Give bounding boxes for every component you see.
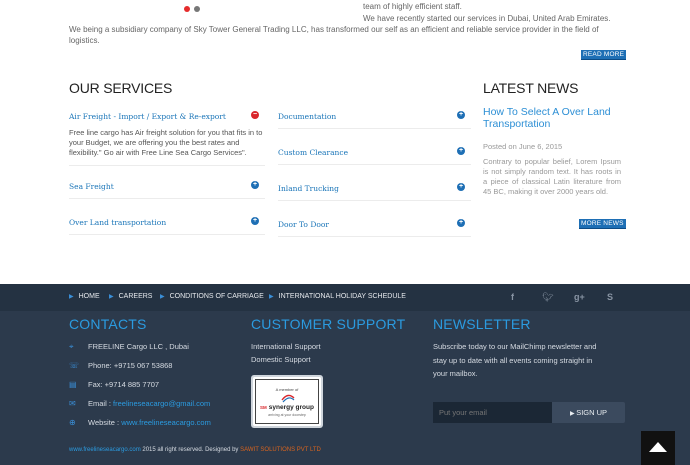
service-title[interactable]: Air Freight - Import / Export & Re-expor… xyxy=(69,112,226,121)
contact-fax: ▤ Fax: +9714 885 7707 xyxy=(69,380,159,389)
contact-email: ✉ Email : freelineseacargo@gmail.com xyxy=(69,399,210,408)
contact-website-label: Website : xyxy=(88,418,122,427)
sign-up-button[interactable]: ▶ SIGN UP xyxy=(552,402,625,423)
footer-nav: ▶ HOME ▶ CAREERS ▶ CONDITIONS OF CARRIAGE ▶… xyxy=(0,284,690,311)
contact-fax-text: Fax: +9714 885 7707 xyxy=(88,380,160,389)
slider-dots xyxy=(184,6,200,12)
service-item-documentation[interactable]: Documentation + xyxy=(278,111,471,129)
about-line-2: We being a subsidiary company of Sky Tow… xyxy=(69,25,599,45)
footer-nav-holiday[interactable]: ▶ INTERNATIONAL HOLIDAY SCHEDULE xyxy=(269,293,406,300)
contacts-heading: CONTACTS xyxy=(69,316,147,332)
support-link-domestic[interactable]: Domestic Support xyxy=(251,355,311,364)
service-title[interactable]: Over Land transportation xyxy=(69,218,166,227)
service-item-sea-freight[interactable]: Sea Freight + xyxy=(69,181,265,199)
synergy-group-logo: A member of SM synergy group arriving at … xyxy=(251,375,323,428)
footer-nav-label[interactable]: HOME xyxy=(79,293,100,300)
news-heading: LATEST NEWS xyxy=(483,80,579,96)
phone-icon: ☏ xyxy=(69,361,80,370)
contact-email-label: Email : xyxy=(88,399,114,408)
newsletter-heading: NEWSLETTER xyxy=(433,316,531,332)
page: team of highly efficient staff. We have … xyxy=(0,0,690,465)
plus-circle-icon[interactable]: + xyxy=(457,183,465,191)
google-plus-icon[interactable]: g+ xyxy=(574,292,585,302)
caret-right-icon: ▶ xyxy=(109,294,114,300)
footer: ▶ HOME ▶ CAREERS ▶ CONDITIONS OF CARRIAGE ▶… xyxy=(0,284,690,465)
service-title[interactable]: Sea Freight xyxy=(69,182,114,191)
service-title[interactable]: Custom Clearance xyxy=(278,148,348,157)
designer-link[interactable]: SAWIT SOLUTIONS PVT LTD xyxy=(240,447,321,453)
plus-circle-icon[interactable]: + xyxy=(251,181,259,189)
footer-nav-label[interactable]: CAREERS xyxy=(119,293,153,300)
synergy-swirl-icon xyxy=(281,394,295,403)
support-link-international[interactable]: International Support xyxy=(251,342,321,351)
caret-right-icon: ▶ xyxy=(160,294,165,300)
service-title[interactable]: Documentation xyxy=(278,112,336,121)
plus-circle-icon[interactable]: + xyxy=(251,217,259,225)
more-news-button[interactable]: MORE NEWS xyxy=(579,219,626,229)
fax-icon: ▤ xyxy=(69,380,77,389)
contact-address: ⌖ FREELINE Cargo LLC , Dubai xyxy=(69,342,189,352)
caret-right-icon: ▶ xyxy=(269,294,274,300)
footer-nav-conditions[interactable]: ▶ CONDITIONS OF CARRIAGE xyxy=(160,293,264,300)
plus-circle-icon[interactable]: + xyxy=(457,219,465,227)
service-item-air-freight[interactable]: Air Freight - Import / Export & Re-expor… xyxy=(69,111,265,166)
globe-icon: ⊕ xyxy=(69,418,76,427)
footer-nav-home[interactable]: ▶ HOME xyxy=(69,293,100,300)
slider-dot[interactable] xyxy=(194,6,200,12)
about-team-text: team of highly efficient staff. xyxy=(363,2,462,11)
logo-tagline: arriving at your doorstep xyxy=(268,413,306,417)
footer-nav-label[interactable]: CONDITIONS OF CARRIAGE xyxy=(170,293,264,300)
contact-phone: ☏ Phone: +9715 067 53868 xyxy=(69,361,172,370)
newsletter-email-input[interactable] xyxy=(433,402,552,423)
slider-dot-active[interactable] xyxy=(184,6,190,12)
news-article-title[interactable]: How To Select A Over Land Transportation xyxy=(483,106,633,130)
service-item-over-land[interactable]: Over Land transportation + xyxy=(69,217,265,235)
service-title[interactable]: Inland Trucking xyxy=(278,184,339,193)
newsletter-text: Subscribe today to our MailChimp newslet… xyxy=(433,342,597,378)
plus-circle-icon[interactable]: + xyxy=(457,147,465,155)
about-text: We have recently started our services in… xyxy=(69,13,621,46)
service-item-custom-clearance[interactable]: Custom Clearance + xyxy=(278,147,471,165)
service-description: Free line cargo has Air freight solution… xyxy=(69,128,263,157)
copyright-text: 2015 all right reserved. Designed by xyxy=(140,447,241,453)
envelope-icon: ✉ xyxy=(69,399,76,408)
copyright: www.freelineseacargo.com 2015 all right … xyxy=(69,447,321,453)
contact-address-text: FREELINE Cargo LLC , Dubai xyxy=(88,342,189,351)
footer-nav-label[interactable]: INTERNATIONAL HOLIDAY SCHEDULE xyxy=(279,293,406,300)
news-excerpt: Contrary to popular belief, Lorem Ipsum … xyxy=(483,157,621,196)
news-date: Posted on June 6, 2015 xyxy=(483,142,563,151)
logo-mark-text: SM xyxy=(260,405,267,410)
service-item-inland-trucking[interactable]: Inland Trucking + xyxy=(278,183,471,201)
about-line-1: We have recently started our services in… xyxy=(363,14,611,23)
contact-phone-text: Phone: +9715 067 53868 xyxy=(88,361,173,370)
skype-icon[interactable]: S xyxy=(607,292,613,302)
facebook-icon[interactable]: f xyxy=(511,292,514,302)
back-to-top-button[interactable] xyxy=(641,431,675,465)
service-item-door-to-door[interactable]: Door To Door + xyxy=(278,219,471,237)
plus-circle-icon[interactable]: + xyxy=(457,111,465,119)
logo-member-text: A member of xyxy=(275,387,299,392)
sign-up-label[interactable]: SIGN UP xyxy=(576,408,607,417)
logo-name-text: synergy group xyxy=(268,404,314,411)
services-heading: OUR SERVICES xyxy=(69,80,173,96)
service-title[interactable]: Door To Door xyxy=(278,220,329,229)
contact-website: ⊕ Website : www.freelineseacargo.com xyxy=(69,418,211,427)
copyright-site-link[interactable]: www.freelineseacargo.com xyxy=(69,447,141,453)
minus-circle-icon[interactable]: − xyxy=(251,111,259,119)
map-marker-icon: ⌖ xyxy=(69,342,74,351)
twitter-icon[interactable]: 🐦︎ xyxy=(542,292,553,303)
support-heading: CUSTOMER SUPPORT xyxy=(251,316,406,332)
contact-email-link[interactable]: freelineseacargo@gmail.com xyxy=(113,399,210,408)
footer-nav-careers[interactable]: ▶ CAREERS xyxy=(109,293,152,300)
read-more-button[interactable]: READ MORE xyxy=(581,50,627,60)
contact-website-link[interactable]: www.freelineseacargo.com xyxy=(121,418,211,427)
caret-right-icon: ▶ xyxy=(69,294,74,300)
logo-name: SM synergy group xyxy=(253,404,321,411)
